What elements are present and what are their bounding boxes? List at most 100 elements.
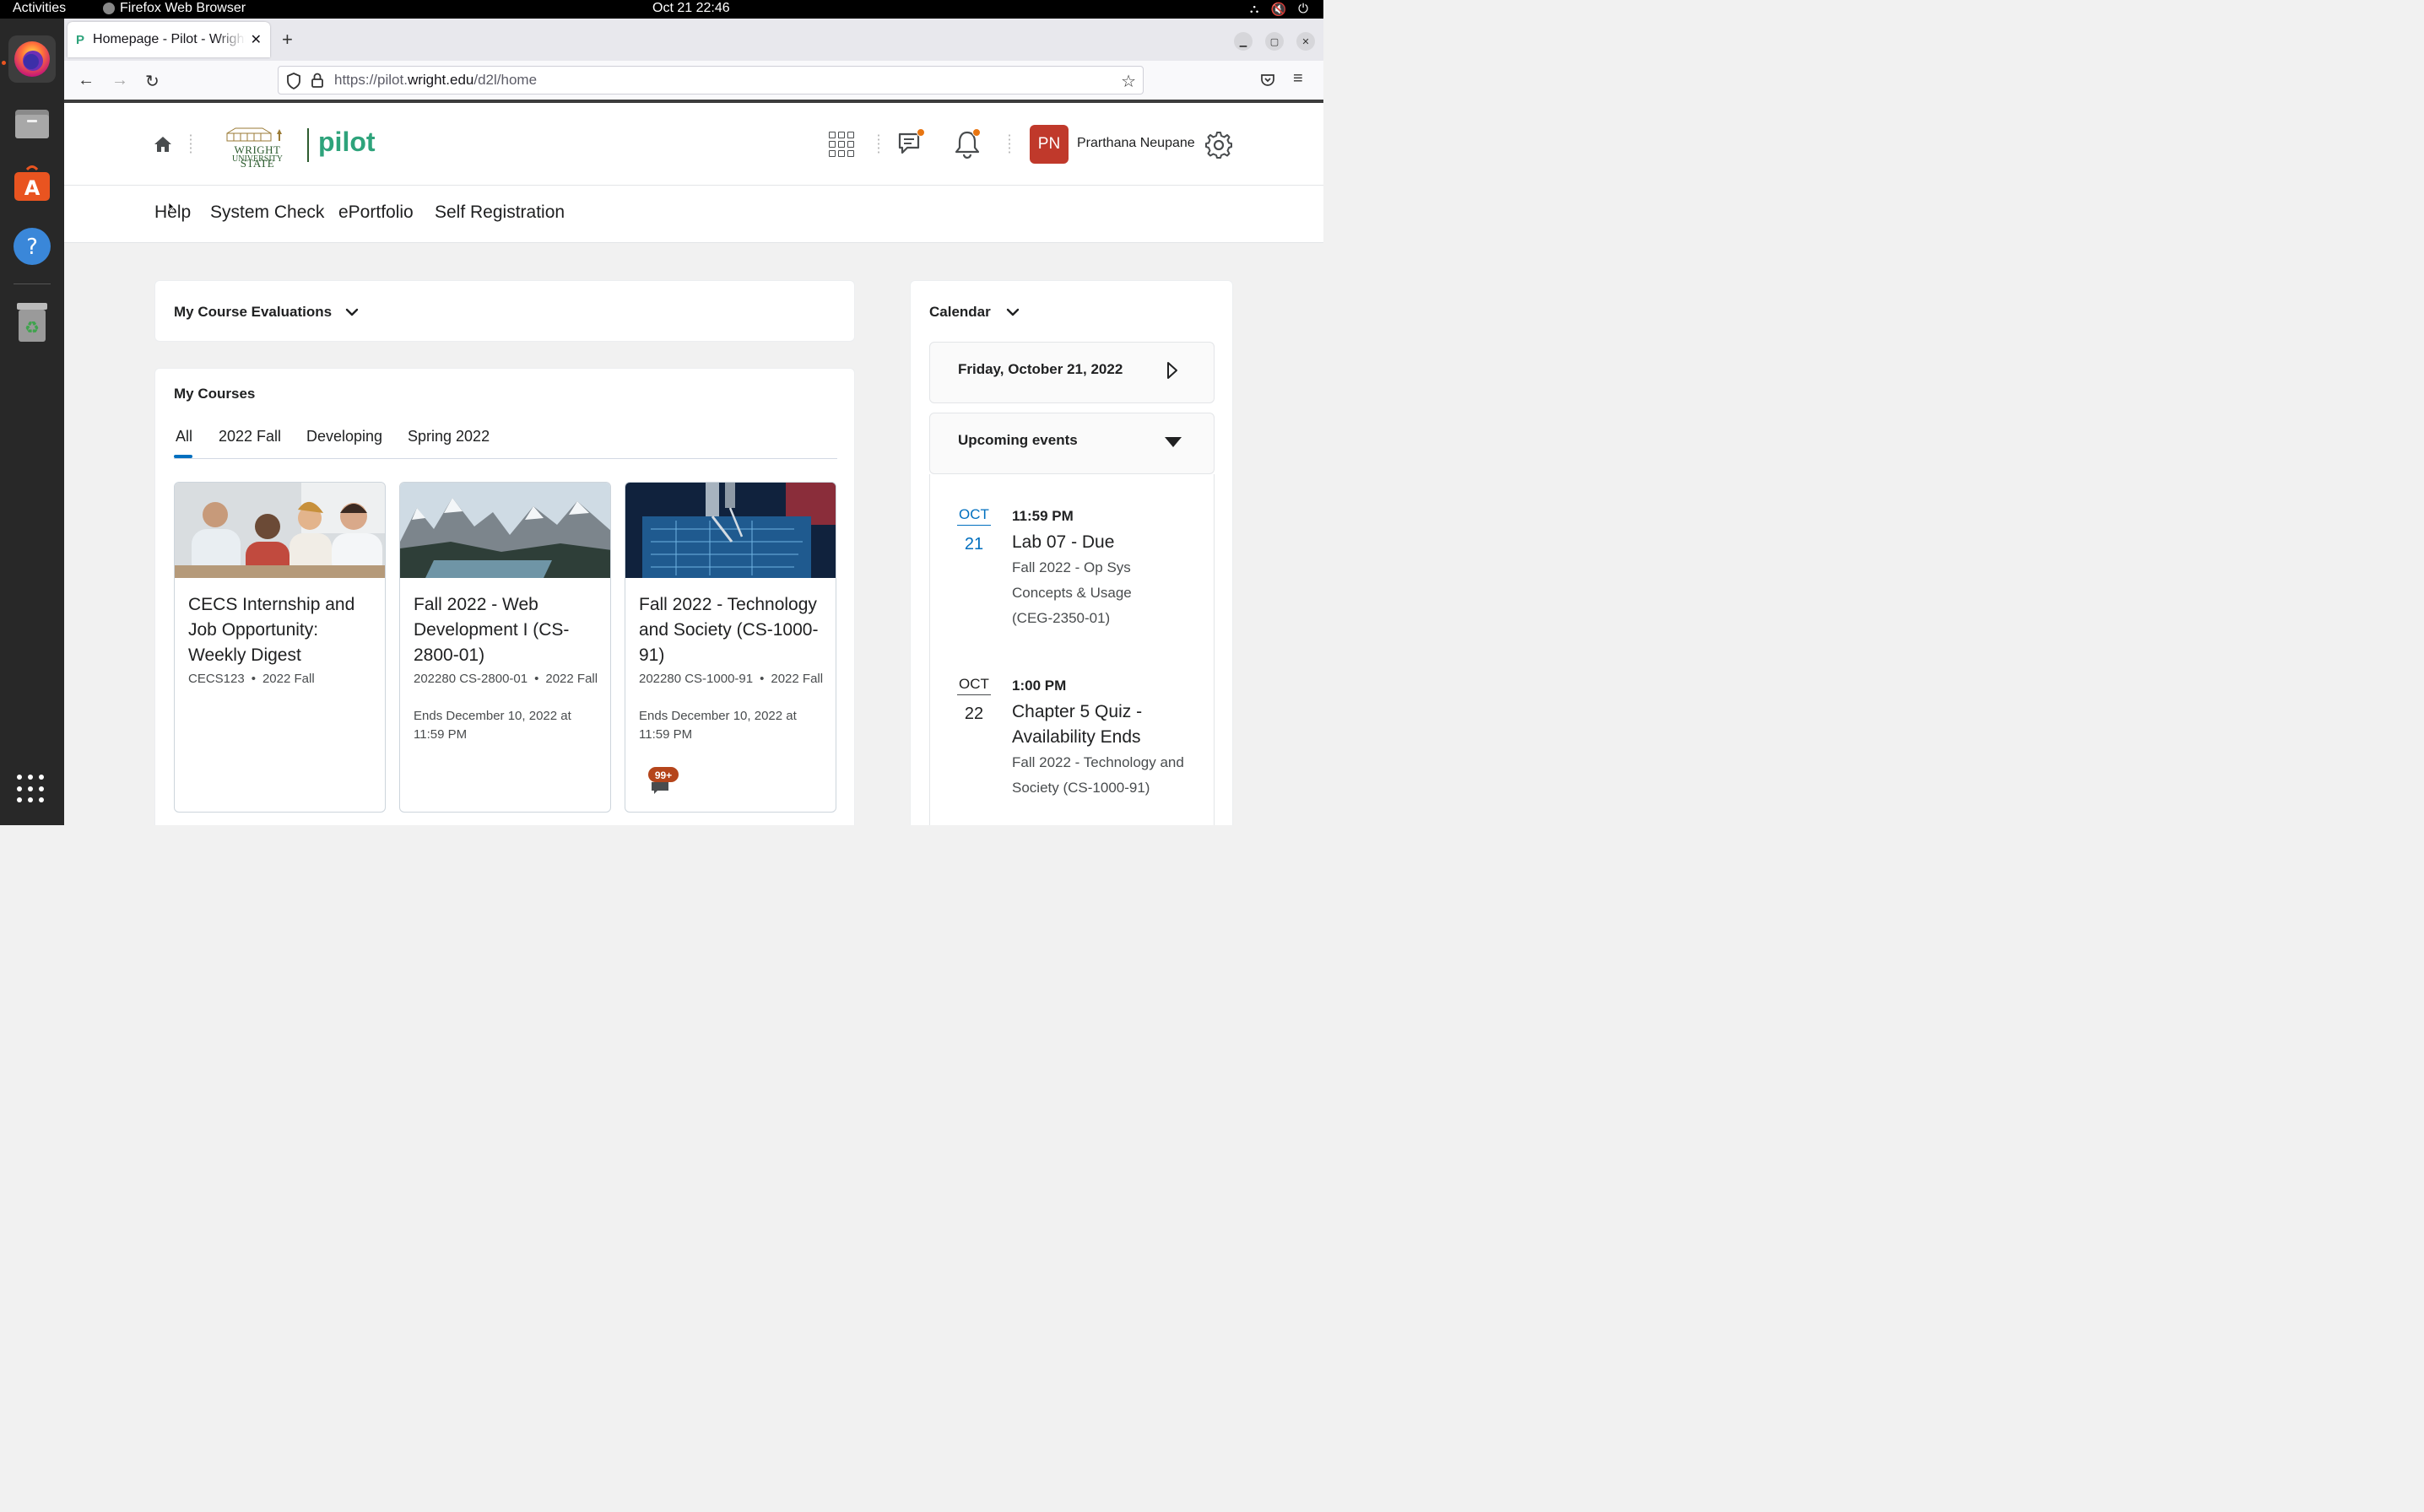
d2l-homepage: WRIGHT STATE UNIVERSITY pilot PN Prartha… — [64, 103, 1323, 825]
close-tab-icon[interactable]: ✕ — [251, 31, 262, 48]
event-course: Fall 2022 - Technology and Society (CS-1… — [1012, 754, 1184, 796]
active-tab-indicator — [174, 455, 192, 458]
nav-link-eportfolio[interactable]: ePortfolio — [338, 202, 414, 223]
logo-divider — [307, 128, 309, 162]
site-header: WRIGHT STATE UNIVERSITY pilot PN Prartha… — [64, 103, 1323, 186]
event-course: Fall 2022 - Op Sys Concepts & Usage (CEG… — [1012, 559, 1132, 626]
course-image-circuit — [625, 483, 836, 578]
tab-developing[interactable]: Developing — [306, 428, 382, 446]
chevron-down-icon[interactable] — [344, 307, 360, 317]
header-divider — [878, 133, 879, 155]
app-name: Firefox Web Browser — [120, 1, 246, 15]
close-window-button[interactable]: ✕ — [1296, 32, 1315, 51]
running-indicator — [2, 61, 6, 65]
home-icon[interactable] — [154, 135, 172, 154]
tab-title: Homepage - Pilot - Wright State Universi… — [93, 32, 246, 46]
dock-files[interactable] — [8, 100, 56, 147]
network-icon: ⛬ — [1249, 2, 1259, 16]
course-meta: CECS123 • 2022 Fall — [188, 672, 315, 686]
dock-firefox[interactable] — [8, 35, 56, 83]
logo-line2: UNIVERSITY — [232, 154, 283, 164]
event-time: 11:59 PM — [1012, 508, 1074, 524]
app-menu[interactable]: Firefox Web Browser — [103, 1, 246, 16]
minimize-button[interactable]: ▁ — [1234, 32, 1253, 51]
chevron-down-icon[interactable] — [1005, 307, 1020, 317]
menu-hamburger-icon[interactable]: ≡ — [1293, 69, 1303, 89]
dock-help[interactable]: ? — [8, 223, 56, 270]
clock[interactable]: Oct 21 22:46 — [652, 1, 730, 16]
calendar-date-bar: Friday, October 21, 2022 — [929, 342, 1215, 403]
system-tray[interactable]: ⛬ 🔇 ⏻ — [1250, 2, 1308, 17]
wsu-logo[interactable]: WRIGHT STATE UNIVERSITY — [218, 127, 297, 170]
course-end-date: Ends December 10, 2022 at 11:59 PM — [414, 709, 571, 742]
my-courses-widget: My Courses All 2022 Fall Developing Spri… — [154, 368, 855, 825]
events-list: OCT 21 11:59 PM Lab 07 - Due Fall 2022 -… — [929, 474, 1215, 825]
pilot-brand[interactable]: pilot — [318, 127, 376, 158]
messages-button[interactable] — [896, 128, 930, 163]
browser-tab-bar: P Homepage - Pilot - Wright State Univer… — [64, 19, 1323, 61]
tab-2022-fall[interactable]: 2022 Fall — [219, 428, 281, 446]
event-title[interactable]: Chapter 5 Quiz - Availability Ends — [1012, 699, 1181, 750]
course-meta: 202280 CS-2800-01 • 2022 Fall — [414, 672, 598, 686]
software-center-icon: A — [14, 165, 50, 201]
course-meta: 202280 CS-1000-91 • 2022 Fall — [639, 672, 824, 686]
notifications-button[interactable] — [953, 128, 987, 163]
course-card[interactable]: Fall 2022 - Technology and Society (CS-1… — [625, 482, 836, 813]
course-card[interactable]: Fall 2022 - Web Development I (CS-2800-0… — [399, 482, 611, 813]
browser-nav-bar: ← → ↻ https://pilot.wright.edu/d2l/home … — [64, 61, 1323, 100]
widget-title: Calendar — [929, 304, 991, 320]
upcoming-events-label: Upcoming events — [958, 432, 1078, 448]
firefox-small-icon — [103, 3, 115, 14]
event-month: OCT — [957, 676, 991, 695]
updates-count-badge: 99+ — [647, 766, 679, 783]
course-title[interactable]: CECS Internship and Job Opportunity: Wee… — [188, 592, 378, 668]
tab-spring-2022[interactable]: Spring 2022 — [408, 428, 490, 446]
pocket-icon[interactable] — [1260, 73, 1275, 88]
event-month: OCT — [957, 506, 991, 526]
event-title[interactable]: Lab 07 - Due — [1012, 530, 1198, 555]
course-evaluations-widget: My Course Evaluations — [154, 280, 855, 342]
course-image-people — [175, 483, 385, 578]
messages-alert-dot — [917, 128, 925, 137]
tab-all[interactable]: All — [176, 428, 192, 446]
course-title[interactable]: Fall 2022 - Technology and Society (CS-1… — [639, 592, 829, 668]
maximize-button[interactable]: ▢ — [1265, 32, 1284, 51]
dock-trash[interactable]: ♻ — [8, 299, 56, 346]
wsu-building-icon — [226, 127, 282, 142]
show-apps-icon[interactable] — [17, 775, 46, 803]
course-card[interactable]: CECS Internship and Job Opportunity: Wee… — [174, 482, 386, 813]
course-end-date: Ends December 10, 2022 at 11:59 PM — [639, 709, 797, 742]
caret-down-icon[interactable] — [1164, 436, 1182, 448]
svg-text:?: ? — [26, 235, 38, 260]
svg-text:♻: ♻ — [24, 317, 40, 338]
calendar-widget: Calendar Friday, October 21, 2022 Upcomi… — [910, 280, 1233, 825]
avatar[interactable]: PN — [1030, 125, 1069, 164]
bookmark-star-icon[interactable]: ☆ — [1121, 71, 1136, 92]
nav-link-system-check[interactable]: System Check — [210, 202, 324, 223]
lock-icon[interactable] — [311, 72, 324, 89]
help-icon: ? — [14, 228, 51, 265]
event-time: 1:00 PM — [1012, 678, 1067, 694]
address-bar[interactable]: https://pilot.wright.edu/d2l/home ☆ — [278, 66, 1144, 94]
new-tab-button[interactable]: + — [282, 29, 293, 51]
shield-icon[interactable] — [286, 73, 301, 89]
reload-button[interactable]: ↻ — [145, 71, 160, 92]
calendar-date: Friday, October 21, 2022 — [958, 361, 1123, 377]
user-name[interactable]: Prarthana Neupane — [1077, 136, 1195, 151]
event-day: 21 — [964, 535, 984, 554]
nav-link-self-registration[interactable]: Self Registration — [435, 202, 565, 223]
back-button[interactable]: ← — [78, 71, 95, 90]
activities-button[interactable]: Activities — [13, 1, 66, 16]
upcoming-events-header[interactable]: Upcoming events — [929, 413, 1215, 474]
course-title[interactable]: Fall 2022 - Web Development I (CS-2800-0… — [414, 592, 603, 668]
gear-icon[interactable] — [1204, 130, 1234, 160]
browser-tab[interactable]: P Homepage - Pilot - Wright State Univer… — [68, 22, 270, 57]
discussion-icon — [652, 782, 668, 794]
forward-button[interactable]: → — [111, 71, 128, 90]
apps-grid-icon[interactable] — [829, 132, 854, 157]
course-image-mountains — [400, 483, 610, 578]
dock-software[interactable]: A — [8, 160, 56, 208]
trash-icon: ♻ — [17, 303, 47, 342]
dock: A ? ♻ — [0, 19, 64, 825]
chevron-right-icon[interactable] — [1166, 361, 1178, 380]
